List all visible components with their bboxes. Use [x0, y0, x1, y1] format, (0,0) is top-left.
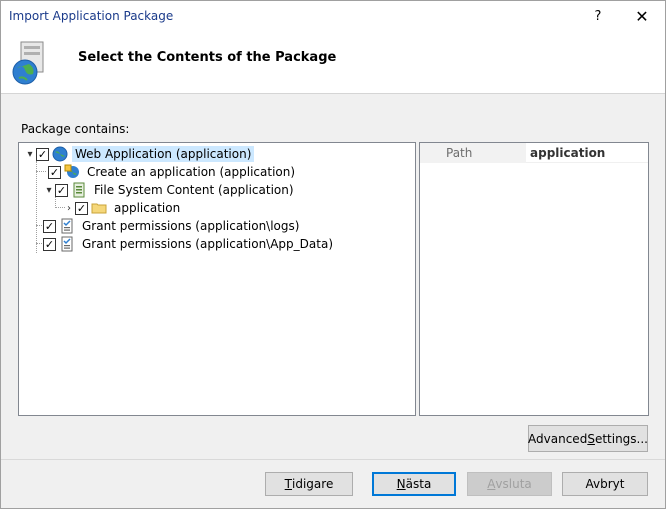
tree-item-checkbox[interactable]: ✓: [48, 165, 61, 179]
tree-item-label: Grant permissions (application\App_Data): [82, 237, 334, 251]
tree-item-checkbox[interactable]: ✓: [43, 237, 56, 251]
help-button[interactable]: ?: [575, 1, 621, 32]
tree-item-label: Grant permissions (application\logs): [82, 219, 300, 233]
chevron-right-icon[interactable]: ›: [63, 202, 75, 214]
button-label-part: ettings...: [594, 431, 648, 446]
advanced-settings-button[interactable]: Advanced Settings...: [528, 425, 648, 452]
create-app-icon: [64, 164, 79, 178]
tree-item-checkbox[interactable]: ✓: [36, 147, 49, 161]
chevron-down-icon[interactable]: ▾: [24, 148, 36, 160]
tree-guide-line: [36, 171, 46, 172]
wizard-header: Select the Contents of the Package: [1, 32, 665, 94]
package-globe-icon: [12, 41, 44, 85]
tree-item-grant-permissions-app-data[interactable]: ✓ Grant permissions (application\App_Dat…: [43, 235, 336, 253]
globe-icon: [52, 146, 68, 162]
button-label-part: idigare: [292, 477, 334, 491]
tree-item-label: File System Content (application): [94, 183, 294, 197]
folder-icon: [91, 203, 107, 214]
permissions-icon: [61, 236, 73, 252]
property-name: Path: [420, 143, 526, 163]
button-accesskey: T: [284, 477, 293, 491]
button-accesskey: S: [587, 431, 595, 446]
tree-item-web-application[interactable]: ▾ ✓ Web Application (application): [24, 145, 255, 163]
title-bar: Import Application Package ? ✕: [1, 1, 665, 32]
chevron-down-icon[interactable]: ▾: [43, 184, 55, 196]
previous-button[interactable]: Tidigare: [265, 472, 353, 496]
tree-item-create-application[interactable]: ✓ Create an application (application): [48, 163, 298, 181]
file-system-icon: [73, 182, 85, 198]
tree-item-checkbox[interactable]: ✓: [43, 219, 56, 233]
cancel-button[interactable]: Avbryt: [562, 472, 648, 496]
package-contains-label: Package contains:: [21, 122, 130, 136]
permissions-icon: [61, 218, 73, 234]
button-label-part: vsluta: [495, 477, 532, 491]
tree-item-application-folder[interactable]: › ✓ application: [63, 199, 183, 217]
tree-item-grant-permissions-logs[interactable]: ✓ Grant permissions (application\logs): [43, 217, 302, 235]
wizard-title: Select the Contents of the Package: [78, 50, 337, 65]
button-label-part: ästa: [405, 477, 432, 491]
import-dialog-window: Import Application Package ? ✕ Select th…: [0, 0, 666, 509]
window-title: Import Application Package: [9, 9, 174, 23]
property-row-path[interactable]: Path application: [420, 143, 648, 163]
tree-item-checkbox[interactable]: ✓: [55, 183, 68, 197]
tree-item-file-system-content[interactable]: ▾ ✓ File System Content (application): [43, 181, 297, 199]
property-value[interactable]: application: [526, 143, 648, 163]
next-button[interactable]: Nästa: [372, 472, 456, 496]
properties-grid[interactable]: Path application: [419, 142, 649, 416]
finish-button[interactable]: Avsluta: [467, 472, 552, 496]
tree-item-checkbox[interactable]: ✓: [75, 201, 88, 215]
tree-item-label: Web Application (application): [72, 146, 255, 162]
package-tree[interactable]: ▾ ✓ Web Application (application) ✓ Crea…: [18, 142, 416, 416]
tree-item-label: application: [114, 201, 181, 215]
tree-guide-line: [36, 161, 37, 253]
tree-item-label: Create an application (application): [87, 165, 296, 179]
button-accesskey: A: [487, 477, 496, 491]
footer-separator: [1, 459, 665, 460]
button-label-part: Advanced: [528, 431, 588, 446]
button-accesskey: N: [396, 477, 406, 491]
close-button[interactable]: ✕: [619, 1, 665, 32]
